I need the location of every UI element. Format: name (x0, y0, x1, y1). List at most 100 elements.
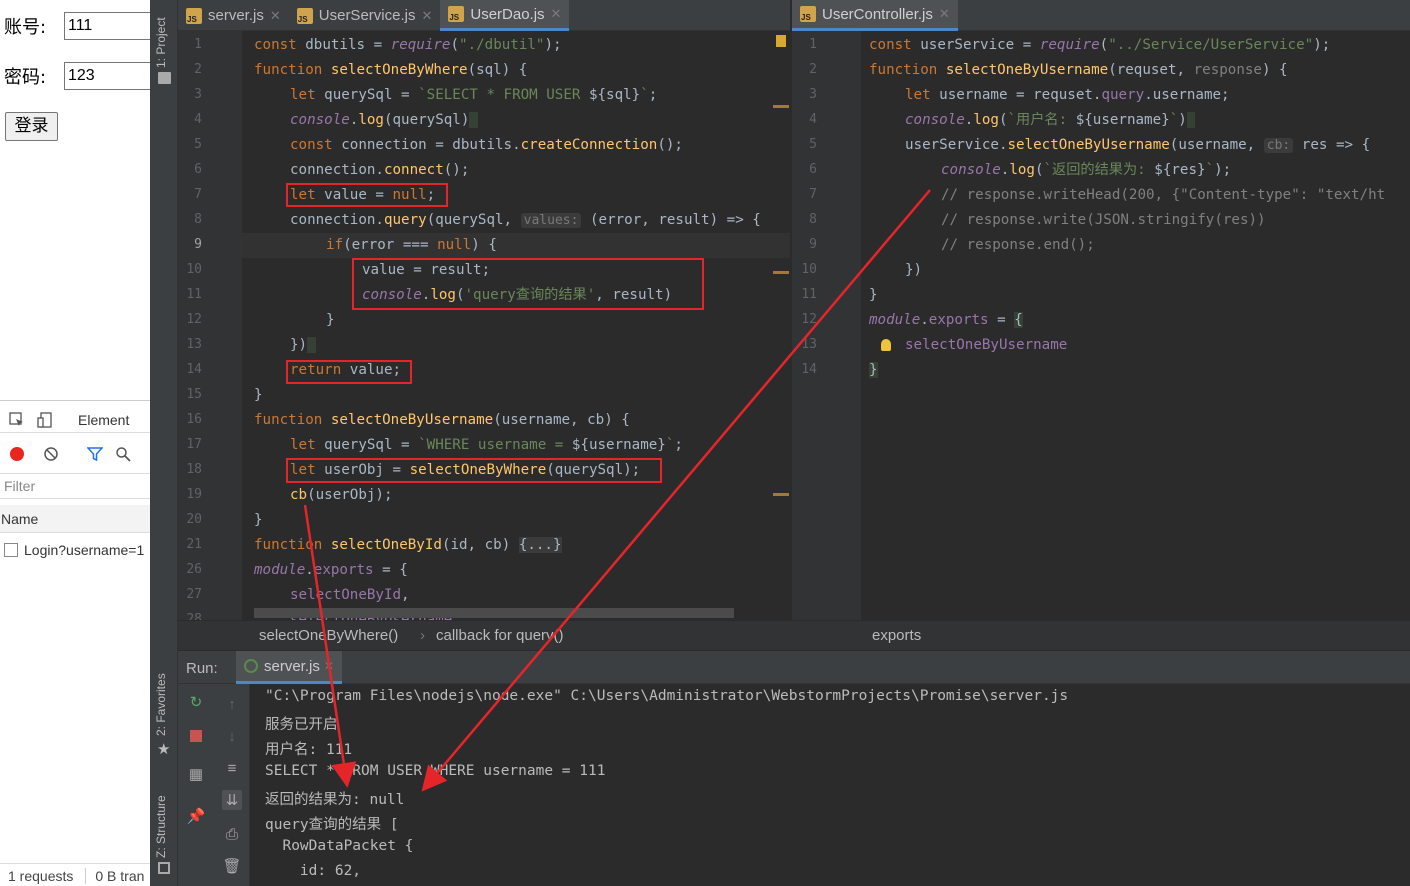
name-column-header[interactable]: Name (1, 511, 38, 527)
console-output[interactable]: "C:\Program Files\nodejs\node.exe" C:\Us… (251, 684, 1410, 886)
code-line: console.log(`返回的结果为: ${res}`); (941, 162, 1232, 178)
line-number: 3 (194, 87, 202, 102)
code-line: selectOneByUsername (905, 337, 1068, 353)
line-number: 5 (194, 137, 202, 152)
scroll-down-icon[interactable]: ↓ (222, 726, 242, 746)
close-icon[interactable]: ✕ (270, 8, 281, 24)
line-number: 10 (801, 262, 817, 277)
lightbulb-icon[interactable] (881, 339, 891, 351)
warning-marker[interactable] (776, 35, 786, 47)
js-file-icon: JS (186, 7, 202, 24)
right-editor[interactable]: 1 2 3 4 5 6 7 8 9 10 11 12 13 14 const userService = … (792, 31, 1410, 620)
filter-icon[interactable] (84, 443, 106, 465)
close-icon[interactable]: ✕ (324, 659, 334, 673)
console-line: id: 62, (265, 863, 362, 879)
line-number: 13 (186, 337, 202, 352)
code-line: // response.end(); (941, 237, 1095, 253)
request-name[interactable]: Login?username=1 (24, 542, 144, 558)
soft-wrap-icon[interactable]: ≡ (222, 758, 242, 778)
search-icon[interactable] (112, 443, 134, 465)
clear-icon[interactable] (40, 443, 62, 465)
code-line: module.exports = { (254, 562, 408, 578)
scroll-marker (773, 493, 789, 496)
devtools-toolbar: Element (0, 407, 150, 433)
trash-icon[interactable]: 🗑 (222, 856, 242, 876)
structure-tool-button[interactable]: Z: Structure (154, 795, 168, 858)
breadcrumb-separator: › (420, 627, 425, 644)
request-file-icon (4, 543, 18, 557)
scroll-to-end-icon[interactable]: ⇊ (222, 790, 242, 810)
js-file-icon: JS (448, 6, 465, 22)
tab-server-js[interactable]: JS server.js ✕ (178, 0, 289, 31)
annotation-box-userobj (286, 458, 662, 483)
browser-panel: 账号: 111 密码: 123 登录 Element Filter Name L… (0, 0, 150, 886)
tab-userdao-js[interactable]: JS UserDao.js ✕ (440, 0, 570, 31)
close-icon[interactable]: ✕ (939, 6, 950, 22)
console-line: SELECT * FROM USER WHERE username = 111 (265, 763, 606, 779)
project-tool-button[interactable]: 1: Project (154, 17, 168, 68)
record-icon[interactable] (6, 443, 28, 465)
line-number: 20 (186, 512, 202, 527)
line-number: 16 (186, 412, 202, 427)
print-icon[interactable]: ⎙ (222, 824, 242, 844)
request-row[interactable]: Login?username=1 (0, 537, 150, 563)
network-toolbar (0, 441, 150, 467)
run-label: Run: (186, 660, 218, 677)
close-icon[interactable]: ✕ (551, 6, 562, 22)
line-number: 26 (186, 562, 202, 577)
run-tab-server-js[interactable]: server.js ✕ (236, 651, 342, 684)
pin-icon[interactable]: 📌 (186, 806, 206, 826)
line-number: 9 (194, 237, 202, 252)
breadcrumb-item[interactable]: selectOneByWhere() (259, 627, 398, 644)
devtools-status-bar: 1 requests 0 B tran (0, 863, 150, 886)
tab-usercontroller-js[interactable]: JS UserController.js ✕ (792, 0, 958, 31)
password-row: 密码: 123 (4, 62, 150, 90)
horizontal-scrollbar[interactable] (254, 608, 734, 618)
tab-label: UserDao.js (470, 5, 545, 23)
tab-label: server.js (208, 7, 264, 24)
line-number: 13 (801, 337, 817, 352)
filter-input[interactable]: Filter (4, 478, 35, 494)
code-line: function selectOneByUsername(requset, re… (869, 62, 1288, 78)
inspect-icon[interactable] (6, 409, 28, 431)
name-header-row: Name (0, 505, 150, 533)
code-line: console.log(`用户名: ${username}`) (905, 108, 1196, 133)
code-line: function selectOneByWhere(sql) { (254, 62, 528, 78)
line-number: 12 (801, 312, 817, 327)
login-button[interactable]: 登录 (5, 112, 58, 141)
elements-tab[interactable]: Element (78, 412, 129, 428)
code-line: if(error === null) { (326, 237, 497, 253)
devtools-panel: Element Filter Name Login?username=1 1 r… (0, 400, 150, 886)
code-line: } (869, 287, 878, 303)
rerun-icon[interactable]: ↻ (186, 692, 206, 712)
favorites-tool-button[interactable]: 2: Favorites (154, 673, 168, 736)
tab-userservice-js[interactable]: JS UserService.js ✕ (289, 0, 441, 31)
line-number: 27 (186, 587, 202, 602)
left-editor[interactable]: 1 2 3 4 5 6 7 8 9 10 11 12 13 14 15 16 17 18 19 20 21 26 27 28 … (178, 31, 790, 620)
line-number: 9 (809, 237, 817, 252)
code-line: } (869, 362, 878, 378)
code-line: } (254, 512, 263, 528)
line-number: 11 (801, 287, 817, 302)
breadcrumb-item[interactable]: callback for query() (436, 627, 564, 644)
breadcrumb-item[interactable]: exports (872, 627, 921, 644)
code-line: let querySql = `SELECT * FROM USER ${sql… (290, 87, 658, 103)
password-input[interactable]: 123 (64, 62, 150, 90)
code-line: let querySql = `WHERE username = ${usern… (290, 437, 683, 453)
tab-label: UserController.js (822, 5, 933, 23)
device-toggle-icon[interactable] (34, 409, 56, 431)
code-line: const dbutils = require("./dbutil"); (254, 37, 562, 53)
code-line: console.log(querySql) (290, 108, 478, 133)
stop-icon[interactable] (186, 726, 206, 746)
layout-icon[interactable]: ▦ (186, 764, 206, 784)
scroll-marker (773, 271, 789, 274)
code-line: let username = requset.query.username; (905, 87, 1230, 103)
scroll-up-icon[interactable]: ↑ (222, 694, 242, 714)
close-icon[interactable]: ✕ (421, 8, 432, 24)
line-number: 14 (801, 362, 817, 377)
account-input[interactable]: 111 (64, 12, 150, 40)
run-toolbar-secondary: ↑ ↓ ≡ ⇊ ⎙ 🗑 (214, 684, 250, 886)
annotation-box-assign-result (352, 258, 704, 310)
line-number: 19 (186, 487, 202, 502)
code-line: connection.connect(); (290, 162, 470, 178)
